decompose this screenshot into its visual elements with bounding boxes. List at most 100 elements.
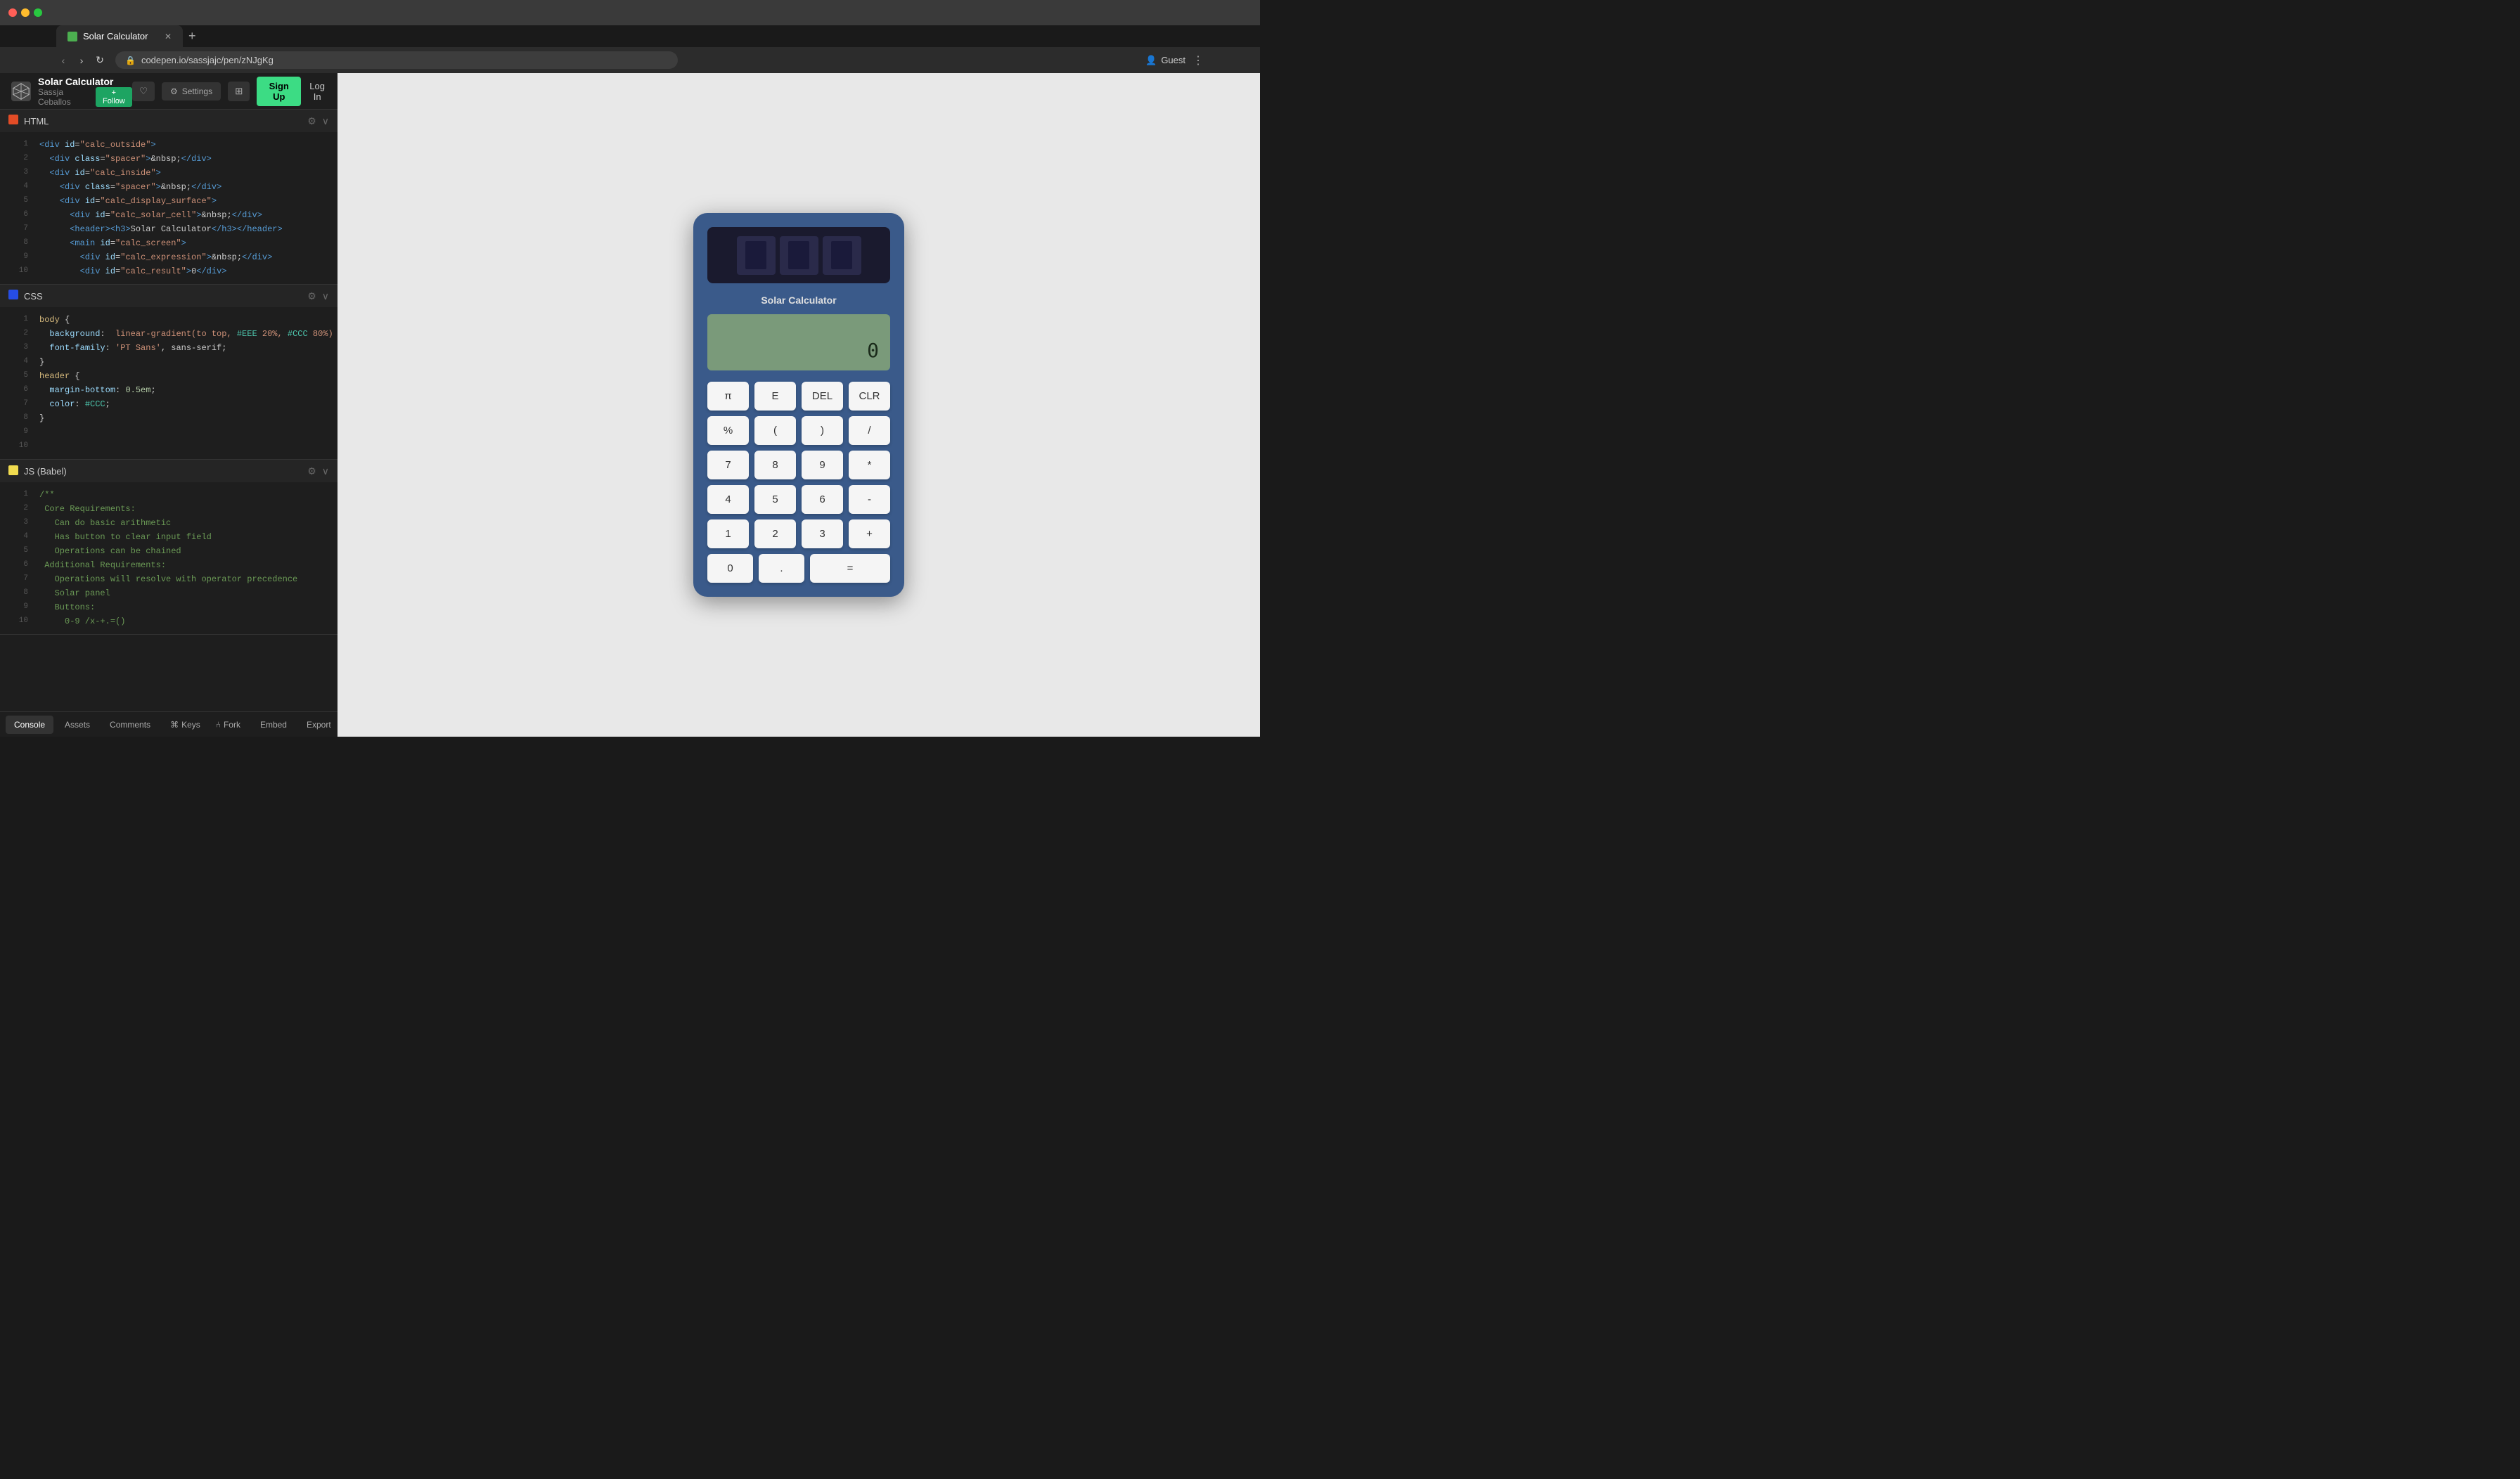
html-section-label: HTML bbox=[8, 115, 49, 128]
signup-button[interactable]: Sign Up bbox=[257, 77, 301, 106]
css-icon bbox=[8, 290, 18, 303]
guest-button[interactable]: 👤 Guest bbox=[1145, 55, 1185, 66]
zero-button[interactable]: 0 bbox=[707, 554, 753, 583]
cmd-icon: ⌘ bbox=[170, 720, 179, 730]
assets-tab[interactable]: Assets bbox=[56, 716, 98, 734]
css-collapse-button[interactable]: ∨ bbox=[322, 290, 329, 302]
html-code-area[interactable]: 1 <div id="calc_outside"> 2 <div class="… bbox=[0, 132, 338, 284]
four-button[interactable]: 4 bbox=[707, 485, 749, 514]
code-line: 8 <main id="calc_screen"> bbox=[0, 236, 338, 250]
comments-tab[interactable]: Comments bbox=[101, 716, 159, 734]
code-line: 4 Has button to clear input field bbox=[0, 530, 338, 544]
browser-chrome: Solar Calculator ✕ + ‹ › ↻ 🔒 codepen.io/… bbox=[0, 0, 1260, 73]
login-button[interactable]: Log In bbox=[308, 81, 326, 102]
add-button[interactable]: + bbox=[849, 519, 890, 548]
solar-cells bbox=[730, 229, 868, 282]
layout-button[interactable]: ⊞ bbox=[228, 82, 250, 101]
tab-close-button[interactable]: ✕ bbox=[165, 32, 172, 41]
code-line: 1 <div id="calc_outside"> bbox=[0, 138, 338, 152]
css-code-area[interactable]: 1 body { 2 background: linear-gradient(t… bbox=[0, 307, 338, 459]
solar-panel bbox=[707, 227, 890, 283]
one-button[interactable]: 1 bbox=[707, 519, 749, 548]
js-collapse-button[interactable]: ∨ bbox=[322, 465, 329, 477]
project-header: Solar Calculator Sassja Ceballos + Follo… bbox=[0, 73, 338, 110]
open-paren-button[interactable]: ( bbox=[754, 416, 796, 445]
calc-row-4: 4 5 6 - bbox=[707, 485, 890, 514]
preview-panel: Solar Calculator 0 π E DEL CLR % ( bbox=[338, 73, 1260, 737]
new-tab-button[interactable]: + bbox=[183, 26, 202, 46]
divide-button[interactable]: / bbox=[849, 416, 890, 445]
code-line: 2 <div class="spacer">&nbsp;</div> bbox=[0, 152, 338, 166]
six-button[interactable]: 6 bbox=[802, 485, 843, 514]
follow-button[interactable]: + Follow bbox=[96, 87, 132, 107]
html-settings-button[interactable]: ⚙ bbox=[307, 115, 316, 127]
css-section-header: CSS ⚙ ∨ bbox=[0, 285, 338, 307]
three-button[interactable]: 3 bbox=[802, 519, 843, 548]
nine-button[interactable]: 9 bbox=[802, 451, 843, 479]
close-paren-button[interactable]: ) bbox=[802, 416, 843, 445]
seven-button[interactable]: 7 bbox=[707, 451, 749, 479]
minimize-button[interactable] bbox=[21, 8, 30, 17]
five-button[interactable]: 5 bbox=[754, 485, 796, 514]
settings-label: Settings bbox=[182, 86, 212, 96]
solar-cell-1 bbox=[737, 236, 776, 275]
percent-button[interactable]: % bbox=[707, 416, 749, 445]
eight-button[interactable]: 8 bbox=[754, 451, 796, 479]
code-line: 3 font-family: 'PT Sans', sans-serif; bbox=[0, 341, 338, 355]
html-collapse-button[interactable]: ∨ bbox=[322, 115, 329, 127]
code-line: 4 <div class="spacer">&nbsp;</div> bbox=[0, 180, 338, 194]
console-tab[interactable]: Console bbox=[6, 716, 53, 734]
del-button[interactable]: DEL bbox=[802, 382, 843, 411]
calc-row-6: 0 . = bbox=[707, 554, 890, 583]
header-actions: ♡ ⚙ Settings ⊞ Sign Up Log In bbox=[132, 77, 326, 106]
back-button[interactable]: ‹ bbox=[56, 55, 70, 66]
css-label: CSS bbox=[24, 291, 43, 302]
equals-button[interactable]: = bbox=[810, 554, 890, 583]
calc-display: 0 bbox=[707, 314, 890, 370]
code-line: 7 Operations will resolve with operator … bbox=[0, 572, 338, 586]
more-options-button[interactable]: ⋮ bbox=[1192, 53, 1204, 67]
subtract-button[interactable]: - bbox=[849, 485, 890, 514]
e-button[interactable]: E bbox=[754, 382, 796, 411]
code-line: 5 header { bbox=[0, 369, 338, 383]
bottom-tabs: Console Assets Comments ⌘ Keys ⑃ Fork Em… bbox=[0, 711, 338, 737]
codepen-logo bbox=[11, 82, 31, 101]
code-line: 6 margin-bottom: 0.5em; bbox=[0, 383, 338, 397]
browser-tab[interactable]: Solar Calculator ✕ bbox=[56, 25, 183, 47]
tab-bar: Solar Calculator ✕ + bbox=[0, 25, 1260, 47]
url-bar[interactable]: 🔒 codepen.io/sassjajc/pen/zNJgKg bbox=[115, 51, 678, 69]
code-line: 1 /** bbox=[0, 488, 338, 502]
pi-button[interactable]: π bbox=[707, 382, 749, 411]
multiply-button[interactable]: * bbox=[849, 451, 890, 479]
lock-icon: 🔒 bbox=[125, 56, 136, 65]
css-settings-button[interactable]: ⚙ bbox=[307, 290, 316, 302]
export-button[interactable]: Export bbox=[300, 717, 338, 732]
css-section: CSS ⚙ ∨ 1 body { 2 background: linear-gr… bbox=[0, 285, 338, 460]
embed-button[interactable]: Embed bbox=[253, 717, 294, 732]
decimal-button[interactable]: . bbox=[759, 554, 804, 583]
js-code-area[interactable]: 1 /** 2 Core Requirements: 3 Can do basi… bbox=[0, 482, 338, 634]
code-line: 10 0-9 /x-+.=() bbox=[0, 614, 338, 628]
js-settings-button[interactable]: ⚙ bbox=[307, 465, 316, 477]
tab-favicon bbox=[68, 32, 77, 41]
like-button[interactable]: ♡ bbox=[132, 82, 155, 101]
code-line: 7 color: #CCC; bbox=[0, 397, 338, 411]
html-label: HTML bbox=[24, 116, 49, 127]
forward-button[interactable]: › bbox=[75, 55, 89, 66]
maximize-button[interactable] bbox=[34, 8, 42, 17]
bottom-tab-left: Console Assets Comments ⌘ Keys bbox=[6, 716, 209, 734]
close-button[interactable] bbox=[8, 8, 17, 17]
settings-button[interactable]: ⚙ Settings bbox=[162, 82, 221, 101]
clr-button[interactable]: CLR bbox=[849, 382, 890, 411]
js-section-actions: ⚙ ∨ bbox=[307, 465, 329, 477]
js-label: JS (Babel) bbox=[24, 466, 67, 477]
code-line: 10 <div id="calc_result">0</div> bbox=[0, 264, 338, 278]
fork-button[interactable]: ⑃ Fork bbox=[209, 717, 248, 732]
address-bar: ‹ › ↻ 🔒 codepen.io/sassjajc/pen/zNJgKg 👤… bbox=[0, 47, 1260, 73]
keys-tab[interactable]: ⌘ Keys bbox=[162, 716, 209, 734]
refresh-button[interactable]: ↻ bbox=[93, 54, 107, 66]
two-button[interactable]: 2 bbox=[754, 519, 796, 548]
calc-row-2: % ( ) / bbox=[707, 416, 890, 445]
calc-result: 0 bbox=[867, 339, 879, 362]
traffic-lights bbox=[8, 8, 42, 17]
